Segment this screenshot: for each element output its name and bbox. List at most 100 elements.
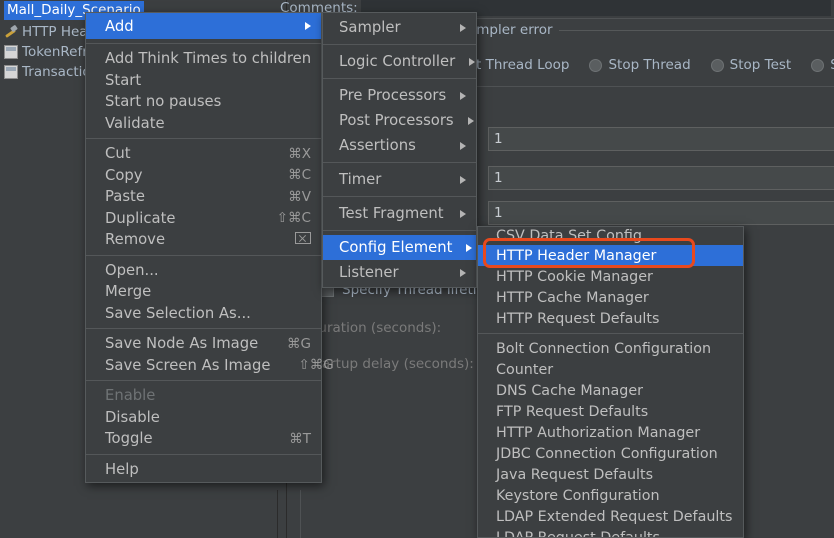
- radio-dot-icon: [589, 59, 602, 72]
- chevron-right-icon: [460, 210, 466, 218]
- menu-item-add[interactable]: Add: [86, 13, 321, 39]
- bottom-splitter-edge: [300, 490, 301, 538]
- menu-item-accel: ⌘V: [260, 189, 311, 205]
- context-menu-level3-config-element[interactable]: CSV Data Set Config HTTP Header Manager …: [477, 226, 744, 538]
- menu-item-start[interactable]: Start: [86, 70, 321, 92]
- menu-item-http-header-manager[interactable]: HTTP Header Manager: [478, 245, 743, 266]
- menu-item-label: Add Think Times to children: [105, 50, 311, 67]
- radio-stop-test-now[interactable]: Stop: [811, 57, 834, 73]
- menu-item-label: FTP Request Defaults: [496, 404, 733, 420]
- menu-item-help[interactable]: Help: [86, 459, 321, 481]
- menu-item-label: Pre Processors: [339, 87, 446, 104]
- menu-item-ftp-request-defaults[interactable]: FTP Request Defaults: [478, 401, 743, 422]
- menu-item-disable[interactable]: Disable: [86, 407, 321, 429]
- menu-item-csv-data-set-config[interactable]: CSV Data Set Config: [478, 227, 743, 245]
- transaction-controller-icon: [4, 65, 18, 79]
- menu-item-http-cache-manager[interactable]: HTTP Cache Manager: [478, 287, 743, 308]
- jmeter-window: Mall_Daily_Scenario HTTP Heade TokenRefr…: [0, 0, 834, 538]
- menu-item-label: HTTP Cache Manager: [496, 290, 733, 306]
- num-threads-input[interactable]: 1: [488, 127, 834, 151]
- menu-item-ldap-request-defaults[interactable]: LDAP Request Defaults: [478, 527, 743, 538]
- menu-item-label: Help: [105, 461, 311, 478]
- menu-item-logic-controller[interactable]: Logic Controller: [323, 49, 476, 74]
- radio-dot-icon: [711, 59, 724, 72]
- menu-item-label: CSV Data Set Config: [496, 228, 733, 244]
- menu-item-bolt-connection-configuration[interactable]: Bolt Connection Configuration: [478, 338, 743, 359]
- menu-item-assertions[interactable]: Assertions: [323, 133, 476, 158]
- menu-item-label: Open...: [105, 262, 311, 279]
- menu-item-label: Logic Controller: [339, 53, 455, 70]
- menu-item-copy[interactable]: Copy ⌘C: [86, 165, 321, 187]
- menu-item-counter[interactable]: Counter: [478, 359, 743, 380]
- radio-dot-icon: [811, 59, 824, 72]
- sampler-error-label: ampler error: [468, 22, 553, 38]
- menu-item-label: Assertions: [339, 137, 446, 154]
- menu-item-merge[interactable]: Merge: [86, 281, 321, 303]
- menu-separator: [86, 138, 321, 139]
- menu-item-label: Duplicate: [105, 210, 249, 227]
- menu-item-accel: ⌘C: [260, 167, 311, 183]
- menu-item-http-authorization-manager[interactable]: HTTP Authorization Manager: [478, 422, 743, 443]
- menu-item-label: Save Node As Image: [105, 335, 259, 352]
- menu-item-label: HTTP Authorization Manager: [496, 425, 733, 441]
- menu-item-add-think-times[interactable]: Add Think Times to children: [86, 48, 321, 70]
- divider: [455, 86, 834, 87]
- menu-item-test-fragment[interactable]: Test Fragment: [323, 201, 476, 226]
- menu-separator: [86, 255, 321, 256]
- chevron-right-icon: [460, 92, 466, 100]
- menu-item-label: Keystore Configuration: [496, 488, 733, 504]
- menu-item-pre-processors[interactable]: Pre Processors: [323, 83, 476, 108]
- menu-item-listener[interactable]: Listener: [323, 260, 476, 285]
- thread-action-row: xt Thread Loop Stop Thread Stop Test Sto…: [455, 57, 834, 73]
- menu-item-label: Test Fragment: [339, 205, 446, 222]
- radio-stop-test[interactable]: Stop Test: [711, 57, 792, 73]
- menu-item-keystore-configuration[interactable]: Keystore Configuration: [478, 485, 743, 506]
- menu-item-label: HTTP Header Manager: [496, 248, 733, 264]
- radio-stop-thread[interactable]: Stop Thread: [589, 57, 690, 73]
- radio-next-thread-loop[interactable]: xt Thread Loop: [468, 57, 569, 73]
- menu-item-paste[interactable]: Paste ⌘V: [86, 186, 321, 208]
- context-menu-level1[interactable]: Add Add Think Times to children Start St…: [85, 12, 322, 483]
- menu-item-label: Cut: [105, 145, 260, 162]
- loop-count-input[interactable]: 1: [488, 201, 834, 225]
- menu-item-http-request-defaults[interactable]: HTTP Request Defaults: [478, 308, 743, 329]
- menu-item-label: Listener: [339, 264, 446, 281]
- menu-item-java-request-defaults[interactable]: Java Request Defaults: [478, 464, 743, 485]
- section-rule: [559, 30, 834, 31]
- menu-item-label: HTTP Request Defaults: [496, 311, 733, 327]
- menu-item-jdbc-connection-configuration[interactable]: JDBC Connection Configuration: [478, 443, 743, 464]
- menu-separator: [86, 43, 321, 44]
- menu-separator: [86, 454, 321, 455]
- menu-item-save-screen-as-image[interactable]: Save Screen As Image ⇧⌘G: [86, 355, 321, 377]
- menu-item-sampler[interactable]: Sampler: [323, 15, 476, 40]
- menu-item-save-node-as-image[interactable]: Save Node As Image ⌘G: [86, 333, 321, 355]
- menu-item-http-cookie-manager[interactable]: HTTP Cookie Manager: [478, 266, 743, 287]
- menu-item-label: Start no pauses: [105, 93, 311, 110]
- menu-item-ldap-extended-request-defaults[interactable]: LDAP Extended Request Defaults: [478, 506, 743, 527]
- menu-item-label: Paste: [105, 188, 260, 205]
- menu-item-config-element[interactable]: Config Element: [323, 235, 476, 260]
- menu-item-duplicate[interactable]: Duplicate ⇧⌘C: [86, 208, 321, 230]
- chevron-right-icon: [460, 176, 466, 184]
- ramp-up-input[interactable]: 1: [488, 166, 834, 190]
- menu-item-cut[interactable]: Cut ⌘X: [86, 143, 321, 165]
- chevron-right-icon: [469, 58, 475, 66]
- chevron-right-icon: [460, 269, 466, 277]
- menu-item-save-selection-as[interactable]: Save Selection As...: [86, 303, 321, 325]
- transaction-controller-icon: [4, 45, 18, 59]
- menu-item-timer[interactable]: Timer: [323, 167, 476, 192]
- radio-next-thread-loop-label: xt Thread Loop: [468, 57, 569, 73]
- menu-item-start-no-pauses[interactable]: Start no pauses: [86, 91, 321, 113]
- menu-item-label: Timer: [339, 171, 446, 188]
- menu-item-remove[interactable]: Remove: [86, 229, 321, 251]
- radio-stop-test-label: Stop Test: [730, 57, 792, 73]
- menu-item-label: Toggle: [105, 430, 261, 447]
- chevron-right-icon: [460, 142, 466, 150]
- context-menu-level2-add[interactable]: Sampler Logic Controller Pre Processors …: [322, 12, 477, 288]
- menu-separator: [86, 380, 321, 381]
- menu-item-post-processors[interactable]: Post Processors: [323, 108, 476, 133]
- menu-item-open[interactable]: Open...: [86, 260, 321, 282]
- menu-item-dns-cache-manager[interactable]: DNS Cache Manager: [478, 380, 743, 401]
- menu-item-toggle[interactable]: Toggle ⌘T: [86, 428, 321, 450]
- menu-item-validate[interactable]: Validate: [86, 113, 321, 135]
